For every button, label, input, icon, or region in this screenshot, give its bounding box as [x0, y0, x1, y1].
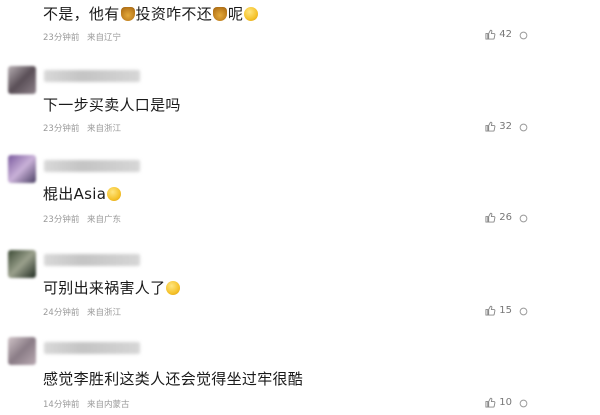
tired-face-icon — [166, 281, 181, 295]
avatar[interactable] — [8, 66, 36, 94]
comment-location: 来自内蒙古 — [87, 400, 130, 410]
comment-text: 感觉李胜利这类人还会觉得坐过牢很酷 — [43, 370, 304, 388]
comment-meta: 23分钟前 来自辽宁 — [43, 31, 126, 43]
comment-meta: 24分钟前 来自浙江 — [43, 306, 126, 318]
thumbs-up-icon — [485, 121, 496, 132]
like-count: 15 — [499, 305, 512, 316]
comment-text: 下一步买卖人口是吗 — [43, 96, 181, 114]
username-blurred[interactable] — [44, 70, 140, 82]
comment-meta: 23分钟前 来自浙江 — [43, 122, 126, 134]
comment-location: 来自辽宁 — [87, 33, 122, 43]
reply-icon[interactable] — [519, 214, 528, 223]
comment-time: 14分钟前 — [43, 400, 80, 410]
reply-icon[interactable] — [519, 307, 528, 316]
like-button[interactable]: 26 — [485, 212, 512, 223]
money-bag-icon — [120, 7, 135, 21]
comment-time: 23分钟前 — [43, 33, 80, 43]
thumbs-up-icon — [485, 397, 496, 408]
like-count: 10 — [499, 397, 512, 408]
comment-location: 来自浙江 — [87, 124, 122, 134]
comment-text: 不是，他有 投资咋不还呢 — [43, 3, 259, 24]
thumbs-up-icon — [485, 29, 496, 40]
smirk-face-icon — [244, 7, 259, 21]
comment-time: 23分钟前 — [43, 124, 80, 134]
money-bag-icon — [213, 7, 228, 21]
like-count: 26 — [499, 212, 512, 223]
reply-icon[interactable] — [519, 399, 528, 408]
like-button[interactable]: 15 — [485, 305, 512, 316]
like-count: 42 — [499, 29, 512, 40]
comment-text: 棍出Asia — [43, 183, 122, 204]
comment-text: 可别出来祸害人了 — [43, 277, 181, 298]
comment-meta: 14分钟前 来自内蒙古 — [43, 398, 135, 410]
like-button[interactable]: 42 — [485, 29, 512, 40]
username-blurred[interactable] — [44, 254, 140, 266]
thumbs-up-icon — [485, 212, 496, 223]
username-blurred[interactable] — [44, 342, 140, 354]
grinning-sweat-icon — [107, 187, 122, 201]
avatar[interactable] — [8, 250, 36, 278]
reply-icon[interactable] — [519, 123, 528, 132]
comment-meta: 23分钟前 来自广东 — [43, 213, 126, 225]
like-count: 32 — [499, 121, 512, 132]
comment-location: 来自浙江 — [87, 308, 122, 318]
comment-time: 23分钟前 — [43, 215, 80, 225]
username-blurred[interactable] — [44, 160, 140, 172]
comment-time: 24分钟前 — [43, 308, 80, 318]
avatar[interactable] — [8, 337, 36, 365]
like-button[interactable]: 32 — [485, 121, 512, 132]
avatar[interactable] — [8, 155, 36, 183]
thumbs-up-icon — [485, 305, 496, 316]
reply-icon[interactable] — [519, 31, 528, 40]
comment-location: 来自广东 — [87, 215, 122, 225]
like-button[interactable]: 10 — [485, 397, 512, 408]
